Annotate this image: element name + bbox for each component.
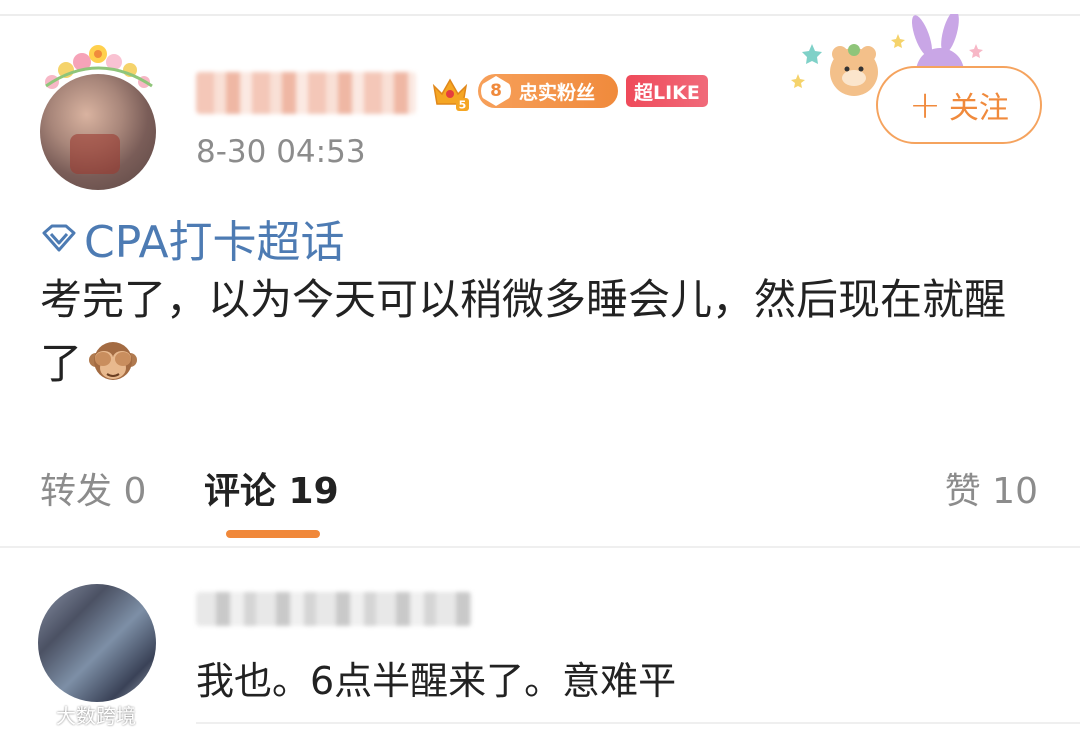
- plus-icon: +: [909, 83, 941, 127]
- watermark: 大数跨境: [8, 700, 136, 729]
- diamond-icon: [42, 224, 76, 252]
- follow-button-label: 关注: [948, 91, 1009, 126]
- post-body: 考完了，以为今天可以稍微多睡会儿，然后现在就醒了: [40, 268, 1040, 396]
- crown-level-number: 5: [459, 99, 467, 112]
- commenter-name-blurred[interactable]: [196, 592, 472, 626]
- tab-like[interactable]: 赞 10: [945, 462, 1038, 514]
- crown-level-icon: 5: [432, 78, 469, 112]
- super-like-badge[interactable]: 超LIKE: [626, 75, 708, 107]
- super-topic-link[interactable]: CPA打卡超话: [40, 206, 345, 270]
- tabs-divider: [0, 546, 1080, 548]
- post-action-tabs: 转发 0 评论 19 赞 10: [0, 462, 1080, 542]
- commenter-avatar[interactable]: [38, 584, 156, 702]
- see-no-evil-monkey-icon: [89, 342, 138, 380]
- fan-level-number: 8: [481, 76, 511, 106]
- author-name-blurred[interactable]: [196, 72, 416, 114]
- super-topic-label: CPA打卡超话: [84, 217, 345, 268]
- weibo-logo-icon: [9, 701, 52, 728]
- post-timestamp: 8-30 04:53: [196, 134, 366, 170]
- fan-badge[interactable]: 8 忠实粉丝: [478, 74, 618, 108]
- comment-divider: [196, 722, 1080, 724]
- post-body-text: 考完了，以为今天可以稍微多睡会儿，然后现在就醒了: [40, 275, 1007, 388]
- author-avatar-frame[interactable]: [38, 40, 160, 190]
- flower-crown-icon: [45, 45, 153, 89]
- tab-comment[interactable]: 评论 19: [204, 462, 339, 514]
- follow-button[interactable]: + 关注: [876, 66, 1042, 144]
- fan-badge-label: 忠实粉丝: [519, 81, 596, 104]
- comment-text: 我也。6点半醒来了。意难平: [196, 659, 677, 703]
- tab-repost[interactable]: 转发 0: [40, 462, 146, 514]
- active-tab-indicator: [226, 530, 320, 538]
- watermark-text: 大数跨境: [56, 704, 136, 728]
